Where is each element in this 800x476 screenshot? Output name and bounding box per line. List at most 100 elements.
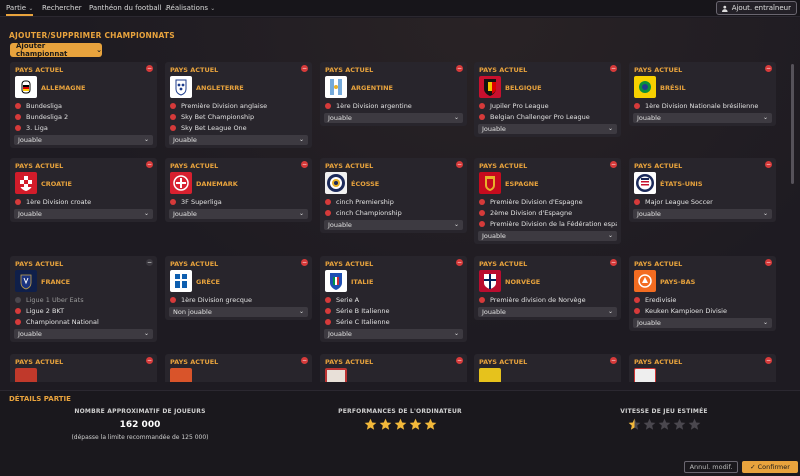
league-name: Série C Italienne (336, 318, 390, 326)
remove-league-icon[interactable] (479, 297, 485, 303)
star-icon (364, 418, 376, 430)
playable-select[interactable]: Jouable ⌄ (478, 124, 617, 134)
league-row: Belgian Challenger Pro League (479, 113, 617, 121)
remove-league-icon[interactable] (325, 308, 331, 314)
league-row: 1ère Division croate (15, 198, 153, 206)
user-plus-icon (721, 5, 728, 12)
remove-country-icon[interactable]: − (301, 161, 308, 168)
star-icon (394, 418, 406, 430)
menu-realisations[interactable]: Réalisations ⌄ (166, 4, 215, 12)
remove-league-icon[interactable] (15, 319, 21, 325)
add-trainer-button[interactable]: Ajout. entraîneur (715, 1, 797, 15)
remove-league-icon[interactable] (634, 199, 640, 205)
playable-select[interactable]: Jouable ⌄ (324, 113, 463, 123)
remove-country-icon[interactable]: − (765, 357, 772, 364)
remove-league-icon[interactable] (15, 199, 21, 205)
league-row: Série C Italienne (325, 318, 463, 326)
chevron-down-icon: ⌄ (453, 221, 459, 228)
country-card: PAYS ACTUEL − ÉTATS-UNIS Major League So… (629, 158, 776, 222)
remove-country-icon[interactable]: − (610, 357, 617, 364)
menu-rechercher[interactable]: Rechercher (42, 4, 82, 12)
card-header: PAYS ACTUEL (634, 260, 683, 268)
remove-country-icon[interactable]: − (146, 161, 153, 168)
playable-select[interactable]: Jouable ⌄ (14, 209, 153, 219)
remove-league-icon[interactable] (479, 210, 485, 216)
card-header: PAYS ACTUEL (170, 358, 219, 366)
brazil-flag-icon (634, 76, 656, 98)
remove-country-icon[interactable]: − (456, 259, 463, 266)
remove-league-icon[interactable] (170, 199, 176, 205)
remove-country-icon[interactable]: − (610, 65, 617, 72)
remove-league-icon[interactable] (170, 297, 176, 303)
remove-country-icon[interactable]: − (301, 259, 308, 266)
details-title: DÉTAILS PARTIE (9, 395, 71, 403)
remove-country-icon[interactable]: − (765, 65, 772, 72)
playable-select[interactable]: Jouable ⌄ (633, 209, 772, 219)
country-name: BELGIQUE (505, 84, 542, 92)
remove-league-icon[interactable] (325, 103, 331, 109)
remove-league-icon[interactable] (634, 103, 640, 109)
remove-league-icon[interactable] (170, 103, 176, 109)
playable-select[interactable]: Non jouable ⌄ (169, 307, 308, 317)
remove-country-icon[interactable]: − (610, 161, 617, 168)
usa-flag-icon (634, 172, 656, 194)
chevron-down-icon: ⌄ (143, 136, 149, 143)
remove-league-icon[interactable] (15, 114, 21, 120)
remove-league-icon[interactable] (634, 308, 640, 314)
remove-country-icon[interactable]: − (456, 161, 463, 168)
remove-league-icon[interactable] (634, 297, 640, 303)
league-name: Championnat National (26, 318, 99, 326)
argentina-flag-icon (325, 76, 347, 98)
country-card: PAYS ACTUEL − BRÉSIL 1ère Division Natio… (629, 62, 776, 126)
remove-country-icon[interactable]: − (610, 259, 617, 266)
remove-league-icon[interactable] (15, 308, 21, 314)
remove-country-icon[interactable]: − (456, 357, 463, 364)
playable-select[interactable]: Jouable ⌄ (14, 135, 153, 145)
menu-partie[interactable]: Partie ⌄ (6, 4, 34, 16)
remove-league-icon[interactable] (15, 125, 21, 131)
remove-country-icon[interactable]: − (765, 259, 772, 266)
france-flag-icon (15, 270, 37, 292)
scrollbar-thumb[interactable] (791, 64, 794, 184)
players-stat: NOMBRE APPROXIMATIF DE JOUEURS 162 000 (… (40, 408, 240, 441)
remove-league-icon[interactable] (479, 221, 485, 227)
remove-country-icon[interactable]: − (301, 357, 308, 364)
playable-select[interactable]: Jouable ⌄ (324, 329, 463, 339)
chevron-down-icon: ⌄ (762, 319, 768, 326)
remove-league-icon[interactable] (325, 199, 331, 205)
playable-select[interactable]: Jouable ⌄ (169, 135, 308, 145)
remove-country-icon[interactable]: − (146, 259, 153, 266)
card-header: PAYS ACTUEL (170, 260, 219, 268)
remove-league-icon[interactable] (325, 297, 331, 303)
playable-select[interactable]: Jouable ⌄ (169, 209, 308, 219)
remove-league-icon[interactable] (479, 103, 485, 109)
section-title: AJOUTER/SUPPRIMER CHAMPIONNATS (9, 31, 175, 40)
cancel-changes-button[interactable]: Annul. modif. (684, 461, 738, 473)
remove-country-icon[interactable]: − (146, 357, 153, 364)
remove-country-icon[interactable]: − (301, 65, 308, 72)
remove-country-icon[interactable]: − (456, 65, 463, 72)
half-star-icon (628, 418, 640, 430)
menu-label: Réalisations (166, 4, 209, 12)
remove-league-icon[interactable] (15, 103, 21, 109)
remove-league-icon[interactable] (479, 199, 485, 205)
remove-country-icon[interactable]: − (765, 161, 772, 168)
add-league-button[interactable]: Ajouter championnat ⌄ (10, 42, 102, 58)
playable-select[interactable]: Jouable ⌄ (633, 113, 772, 123)
country-card: PAYS ACTUEL − FRANCE Ligue 1 Uber Eats L… (10, 256, 157, 342)
remove-league-icon[interactable] (170, 114, 176, 120)
playable-select[interactable]: Jouable ⌄ (478, 307, 617, 317)
remove-league-icon[interactable] (325, 210, 331, 216)
remove-league-icon[interactable] (170, 125, 176, 131)
confirm-button[interactable]: ✓ Confirmer (742, 461, 798, 473)
remove-league-icon[interactable] (479, 114, 485, 120)
remove-league-icon[interactable] (325, 319, 331, 325)
playable-select[interactable]: Jouable ⌄ (14, 329, 153, 339)
playable-select[interactable]: Jouable ⌄ (478, 231, 617, 241)
menu-pantheon[interactable]: Panthéon du football ⌄ (89, 4, 169, 12)
playable-select[interactable]: Jouable ⌄ (324, 220, 463, 230)
league-grid: PAYS ACTUEL − ALLEMAGNE Bundesliga Bunde… (10, 62, 780, 382)
remove-country-icon[interactable]: − (146, 65, 153, 72)
chevron-down-icon: ⌄ (143, 210, 149, 217)
playable-select[interactable]: Jouable ⌄ (633, 318, 772, 328)
